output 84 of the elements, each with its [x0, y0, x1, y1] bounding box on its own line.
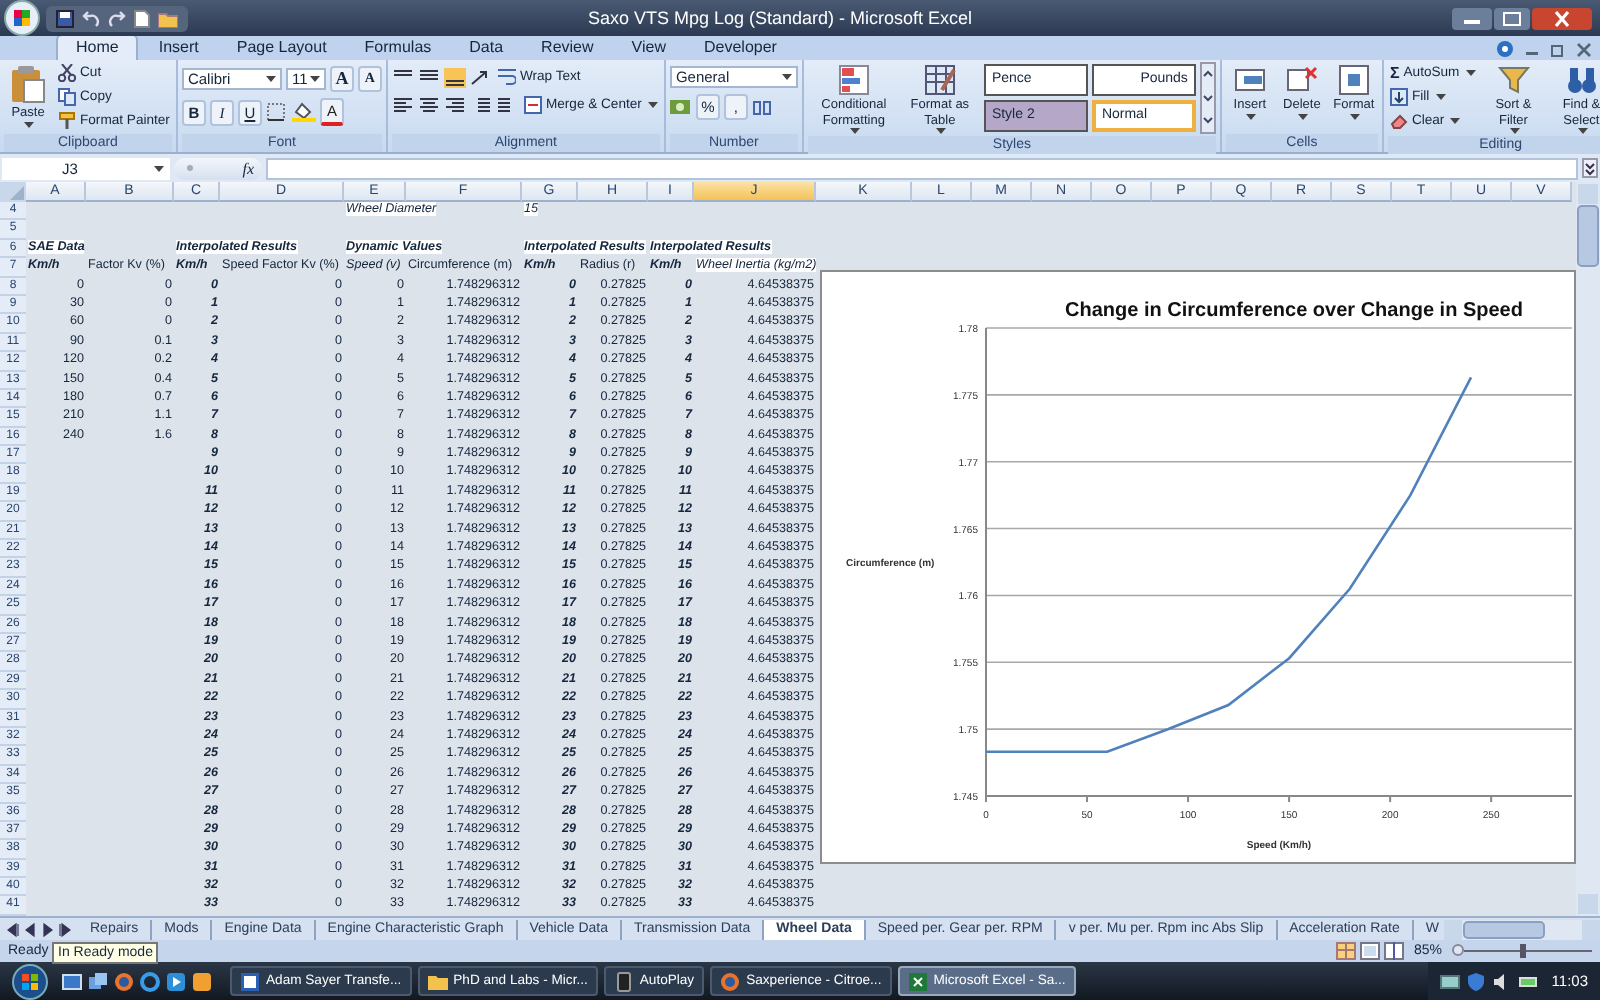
insert-cells-icon [1233, 64, 1266, 96]
shield-icon[interactable] [1465, 971, 1486, 991]
caret-icon[interactable] [1435, 94, 1446, 100]
insert-function-button[interactable]: fx [242, 159, 254, 177]
increase-decimal-icon[interactable] [751, 97, 774, 117]
clipboard-icon [10, 64, 46, 104]
window-switch-icon[interactable] [88, 971, 108, 991]
scissors-icon [58, 64, 76, 82]
media-player-icon[interactable] [166, 971, 186, 991]
ribbon-tab[interactable]: Formulas [346, 36, 450, 60]
caret-icon[interactable] [781, 74, 792, 80]
app-icon[interactable] [192, 971, 212, 991]
conditional-format-icon [837, 64, 870, 96]
ribbon-tab[interactable]: Data [451, 36, 522, 60]
borders-icon[interactable] [265, 102, 288, 122]
window-title: Saxo VTS Mpg Log (Standard) - Microsoft Excel [585, 8, 975, 28]
paintbrush-icon [58, 112, 76, 130]
page-break-view-icon[interactable] [1383, 942, 1404, 960]
text-angle-icon[interactable] [469, 67, 492, 87]
gallery-scroll-icon[interactable] [1199, 62, 1216, 134]
caret-icon[interactable] [1297, 113, 1308, 119]
currency-icon[interactable] [669, 97, 692, 117]
sort-filter-icon [1497, 64, 1530, 96]
restore-icon[interactable] [1550, 41, 1566, 57]
ribbon-tab[interactable]: Page Layout [218, 36, 345, 60]
minimize-icon[interactable] [1452, 7, 1492, 29]
caret-icon[interactable] [1450, 118, 1461, 124]
expand-formula-icon[interactable] [1582, 158, 1598, 178]
caret-icon[interactable] [309, 76, 320, 82]
caret-icon[interactable] [1349, 113, 1360, 119]
ribbon-tab[interactable]: Developer [685, 36, 795, 60]
ribbon-tab[interactable]: Review [523, 36, 612, 60]
power-icon[interactable] [1517, 971, 1538, 991]
align-right-icon[interactable] [443, 95, 466, 115]
format-cells-icon [1337, 64, 1370, 96]
page-layout-view-icon[interactable] [1359, 942, 1380, 960]
wrap-text-icon [497, 68, 516, 86]
close-icon[interactable] [1532, 7, 1592, 29]
eraser-icon [1389, 112, 1408, 130]
start-orb-icon[interactable] [12, 963, 48, 999]
delete-cells-icon [1285, 64, 1318, 96]
normal-view-icon[interactable] [1335, 942, 1356, 960]
grow-font-button[interactable]: A [329, 66, 354, 92]
close-icon[interactable] [1576, 41, 1592, 57]
ribbon-tab[interactable]: View [613, 36, 684, 60]
fill-color-icon[interactable] [291, 102, 316, 122]
zoom-slider[interactable] [1452, 942, 1592, 960]
copy-icon [58, 88, 76, 106]
caret-icon[interactable] [154, 165, 164, 171]
ribbon-tab[interactable]: Insert [140, 36, 217, 60]
help-icon[interactable] [1496, 40, 1514, 58]
binoculars-icon [1565, 64, 1598, 96]
network-icon[interactable] [1439, 971, 1460, 991]
vertical-scrollbar-icon[interactable] [1576, 182, 1600, 916]
office-logo-icon[interactable] [4, 0, 40, 36]
table-format-icon [923, 64, 956, 96]
align-left-icon[interactable] [391, 95, 414, 115]
save-icon[interactable] [56, 9, 74, 27]
next-sheet-icon[interactable] [58, 921, 74, 937]
maximize-icon[interactable] [1494, 7, 1530, 29]
caret-icon[interactable] [1245, 113, 1256, 119]
align-bottom-icon[interactable] [443, 67, 466, 87]
merge-cells-icon [523, 96, 542, 114]
device-icon [613, 971, 634, 991]
folder-icon [427, 971, 448, 991]
ribbon-tab[interactable]: Home [56, 34, 139, 60]
align-center-icon[interactable] [417, 95, 440, 115]
desktop-icon[interactable] [62, 971, 82, 991]
caret-icon[interactable] [647, 102, 658, 108]
redo-icon[interactable] [108, 9, 126, 27]
chart-title: Change in Circumference over Change in Speed [1065, 300, 1523, 322]
browser-icon[interactable] [140, 971, 160, 991]
folder-icon[interactable] [158, 9, 178, 27]
spreadsheet-icon [907, 971, 928, 991]
caret-icon[interactable] [1465, 70, 1476, 76]
caret-icon[interactable] [265, 76, 276, 82]
document-icon [240, 971, 260, 991]
formula-input-field[interactable] [266, 157, 1578, 179]
undo-icon[interactable] [82, 9, 100, 27]
document-icon[interactable] [134, 9, 150, 27]
horizontal-scrollbar-icon[interactable] [1444, 919, 1600, 939]
caret-icon[interactable] [24, 121, 34, 127]
previous-sheet-icon[interactable] [4, 921, 20, 937]
fill-down-icon [1389, 88, 1408, 106]
